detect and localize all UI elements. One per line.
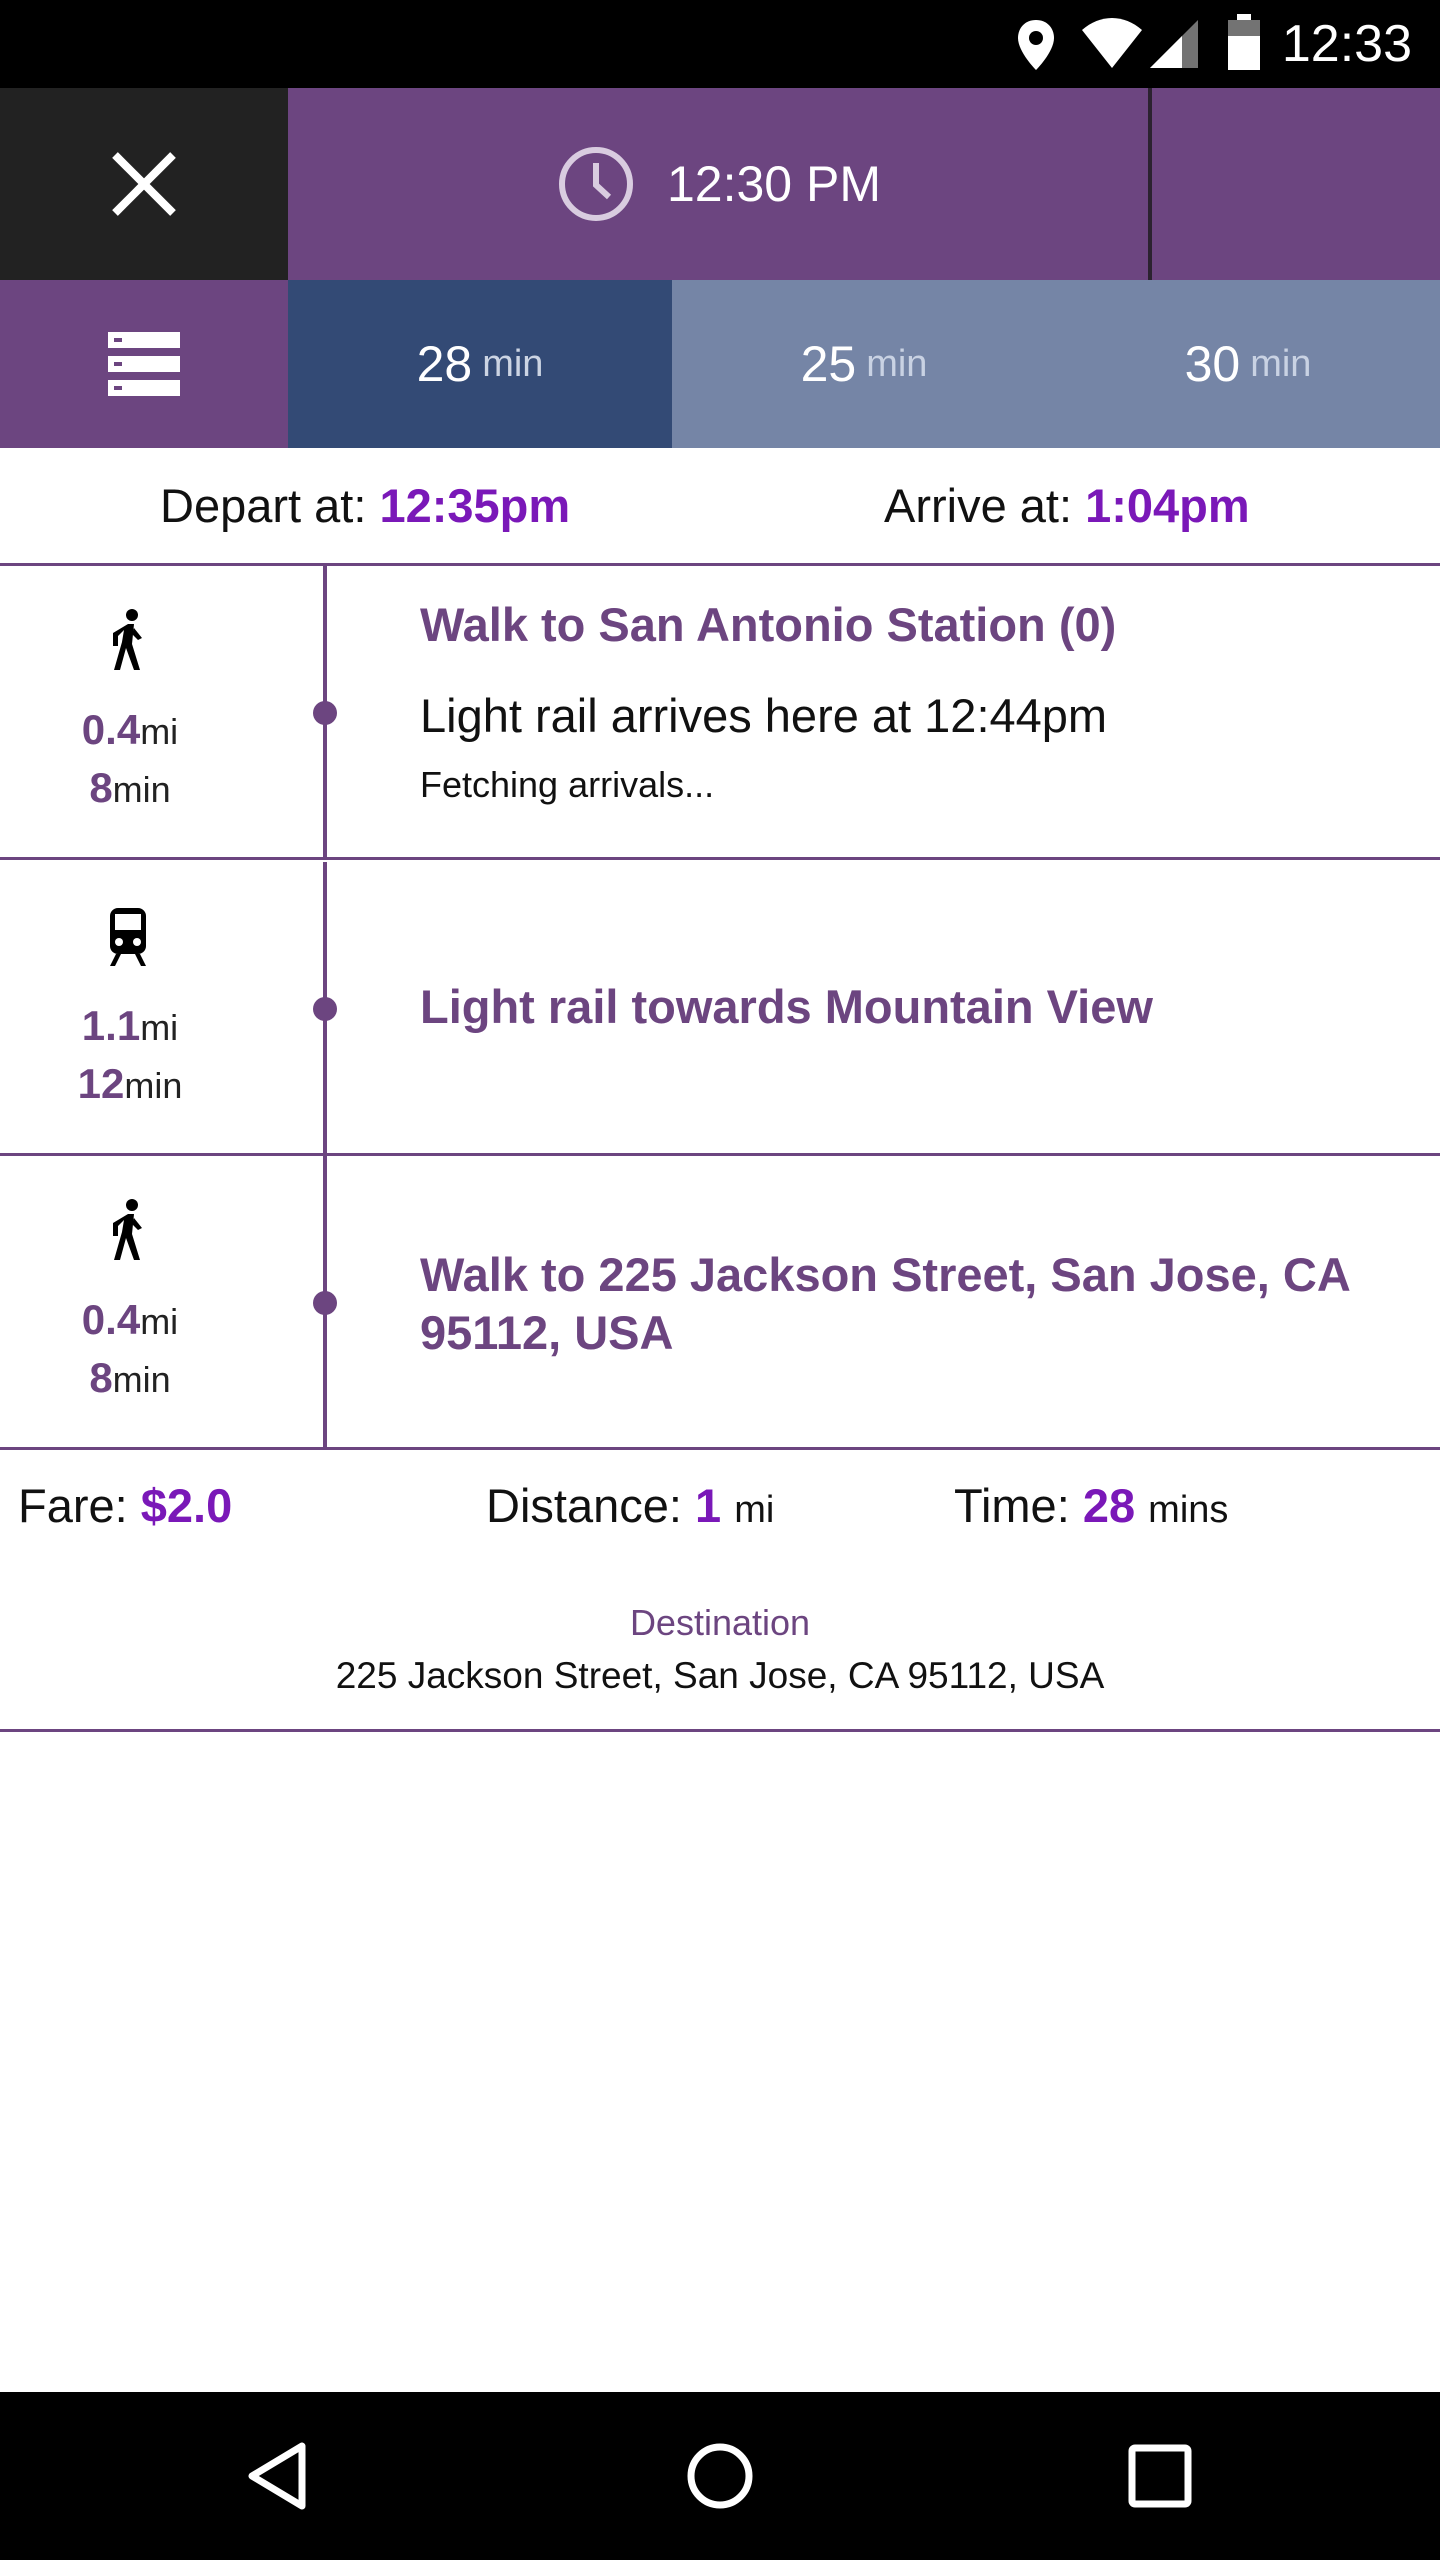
route-option-duration: 30 (1184, 336, 1241, 392)
leg-duration-unit: min (112, 769, 171, 810)
trip-leg[interactable]: 0.4mi 8min Walk to San Antonio Station (… (0, 566, 1440, 860)
leg-title: Walk to San Antonio Station (0) (420, 598, 1117, 651)
fare: Fare: $2.0 (18, 1478, 232, 1533)
battery-icon (1228, 14, 1260, 70)
departure-time-picker[interactable]: 12:30 PM (288, 88, 1150, 280)
signal-icon (1150, 20, 1198, 68)
leg-note: Fetching arrivals... (420, 764, 715, 805)
distance-value: 1 (694, 1479, 722, 1532)
leg-duration: 8min (0, 764, 260, 812)
time-value: 28 (1082, 1479, 1136, 1532)
timeline-dot (313, 701, 337, 725)
distance-label: Distance: (486, 1479, 682, 1532)
depart-value: 12:35pm (379, 479, 571, 532)
trip-summary: Fare: $2.0 Distance: 1 mi Time: 28 mins (0, 1450, 1440, 1560)
leg-distance-unit: mi (140, 711, 179, 752)
trip-times: Depart at: 12:35pm Arrive at: 1:04pm (0, 448, 1440, 566)
leg-duration: 8min (0, 1354, 260, 1402)
route-options-bar: 28 min 25 min 30 min (0, 280, 1440, 448)
destination-label: Destination (629, 1602, 811, 1643)
route-option-unit: min (866, 342, 928, 385)
location-icon (1018, 20, 1054, 70)
back-icon[interactable] (240, 2436, 320, 2516)
walk-icon (113, 1199, 142, 1260)
leg-distance-value: 0.4 (81, 706, 141, 753)
leg-distance: 0.4mi (0, 1296, 260, 1344)
time-unit: mins (1148, 1489, 1229, 1531)
arrive-value: 1:04pm (1085, 479, 1250, 532)
close-icon (112, 152, 176, 216)
leg-duration-value: 8 (89, 764, 113, 811)
timeline-dot (313, 997, 337, 1021)
leg-summary: 0.4mi 8min (0, 1156, 324, 1447)
header-action[interactable] (1152, 88, 1440, 280)
route-option-tab[interactable]: 28 min (288, 280, 672, 448)
fare-label: Fare: (18, 1479, 128, 1532)
arrive-label: Arrive at: (884, 479, 1073, 532)
leg-duration-unit: min (124, 1065, 183, 1106)
destination-block: Destination 225 Jackson Street, San Jose… (0, 1600, 1440, 1732)
leg-distance: 0.4mi (0, 706, 260, 754)
status-time: 12:33 (1281, 15, 1412, 73)
leg-distance-unit: mi (140, 1301, 179, 1342)
route-option-duration: 25 (800, 336, 857, 392)
leg-title: Walk to 225 Jackson Street, San Jose, CA… (420, 1248, 1350, 1359)
leg-distance-value: 0.4 (81, 1296, 141, 1343)
list-icon (108, 332, 180, 396)
wifi-icon (1082, 18, 1142, 68)
trip-leg[interactable]: 1.1mi 12min Light rail towards Mountain … (0, 862, 1440, 1156)
system-nav-bar (0, 2392, 1440, 2560)
leg-distance-value: 1.1 (81, 1002, 141, 1049)
distance-unit: mi (734, 1489, 775, 1531)
leg-subtitle: Light rail arrives here at 12:44pm (420, 689, 1108, 742)
home-icon[interactable] (680, 2436, 760, 2516)
list-view-button[interactable] (0, 280, 288, 448)
time-header: 12:30 PM (0, 88, 1440, 280)
leg-summary: 0.4mi 8min (0, 566, 324, 857)
leg-duration-unit: min (112, 1359, 171, 1400)
train-icon (110, 908, 146, 966)
status-bar: 12:33 (0, 0, 1440, 88)
arrive-time: Arrive at: 1:04pm (884, 478, 1250, 533)
selected-time: 12:30 PM (666, 156, 881, 212)
recents-icon[interactable] (1120, 2436, 1200, 2516)
depart-time: Depart at: 12:35pm (160, 478, 570, 533)
leg-summary: 1.1mi 12min (0, 862, 324, 1153)
leg-duration-value: 8 (89, 1354, 113, 1401)
route-option-tab[interactable]: 25 min (672, 280, 1056, 448)
leg-duration-value: 12 (77, 1060, 125, 1107)
leg-title: Light rail towards Mountain View (420, 980, 1153, 1033)
route-option-tab[interactable]: 30 min (1056, 280, 1440, 448)
fare-value: $2.0 (140, 1479, 233, 1532)
leg-distance: 1.1mi (0, 1002, 260, 1050)
walk-icon (113, 609, 142, 670)
destination-address: 225 Jackson Street, San Jose, CA 95112, … (335, 1655, 1105, 1696)
clock-icon (558, 147, 633, 221)
total-time: Time: 28 mins (954, 1478, 1228, 1533)
timeline-dot (313, 1291, 337, 1315)
time-label: Time: (954, 1479, 1070, 1532)
total-distance: Distance: 1 mi (486, 1478, 774, 1533)
route-option-duration: 28 (416, 336, 473, 392)
depart-label: Depart at: (160, 479, 367, 532)
leg-distance-unit: mi (140, 1007, 179, 1048)
close-button[interactable] (0, 88, 288, 280)
route-option-unit: min (1250, 342, 1312, 385)
route-option-unit: min (482, 342, 544, 385)
trip-leg[interactable]: 0.4mi 8min Walk to 225 Jackson Street, S… (0, 1156, 1440, 1450)
leg-duration: 12min (0, 1060, 260, 1108)
